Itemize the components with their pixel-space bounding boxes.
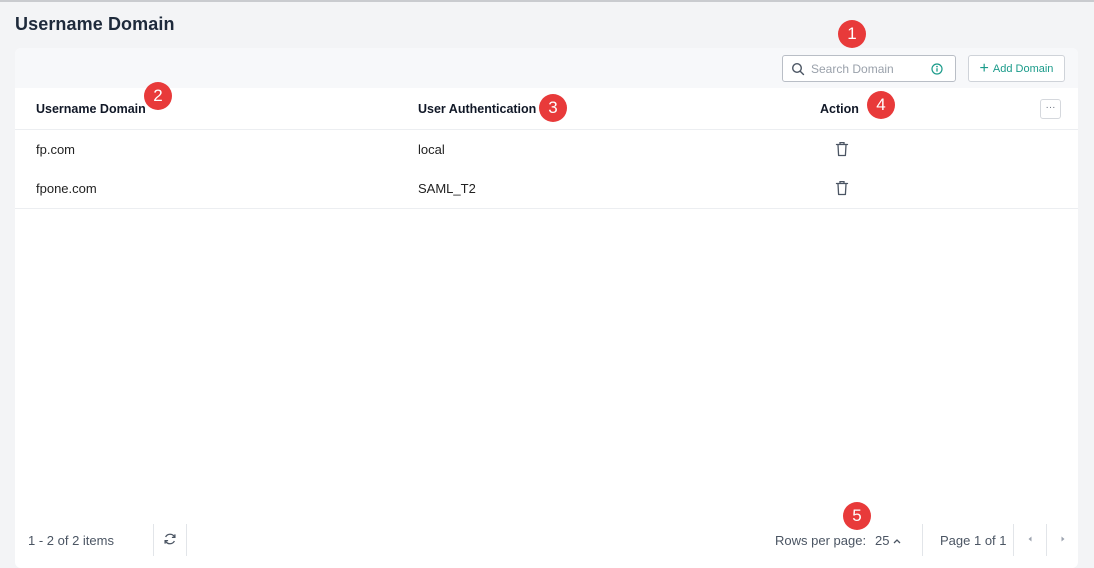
domain-cell: fp.com bbox=[36, 142, 76, 157]
auth-cell: SAML_T2 bbox=[418, 181, 476, 196]
auth-cell: local bbox=[418, 142, 445, 157]
rows-per-page-value: 25 bbox=[875, 533, 890, 548]
add-domain-button[interactable]: + Add Domain bbox=[968, 55, 1065, 82]
next-page-icon[interactable] bbox=[1059, 535, 1067, 543]
divider bbox=[186, 524, 187, 556]
search-field[interactable] bbox=[782, 55, 956, 82]
annotation-badge-2: 2 bbox=[144, 82, 172, 110]
table-row[interactable]: fp.com local bbox=[15, 130, 1078, 170]
trash-icon[interactable] bbox=[835, 141, 849, 157]
column-header-username-domain[interactable]: Username Domain bbox=[36, 102, 146, 116]
refresh-icon[interactable] bbox=[163, 532, 177, 546]
toolbar: + Add Domain bbox=[15, 48, 1078, 88]
divider bbox=[1013, 524, 1014, 556]
divider bbox=[922, 524, 923, 556]
rows-per-page-select[interactable]: 25 bbox=[875, 533, 901, 548]
domain-cell: fpone.com bbox=[36, 181, 97, 196]
item-count: 1 - 2 of 2 items bbox=[28, 533, 114, 548]
trash-icon[interactable] bbox=[835, 180, 849, 196]
more-icon[interactable]: ··· bbox=[1040, 99, 1061, 119]
column-header-action: Action bbox=[820, 102, 859, 116]
annotation-badge-4: 4 bbox=[867, 91, 895, 119]
chevron-up-icon bbox=[894, 538, 901, 543]
divider bbox=[1046, 524, 1047, 556]
annotation-badge-1: 1 bbox=[838, 20, 866, 48]
rows-per-page-label: Rows per page: bbox=[775, 533, 867, 548]
annotation-badge-5: 5 bbox=[843, 502, 871, 530]
table-footer: 1 - 2 of 2 items Rows per page: 25 Page … bbox=[15, 522, 1078, 562]
page-title: Username Domain bbox=[15, 14, 175, 34]
search-icon bbox=[791, 62, 805, 75]
info-icon[interactable] bbox=[931, 62, 943, 75]
domain-table-card: + Add Domain Username Domain User Authen… bbox=[15, 48, 1078, 568]
annotation-badge-3: 3 bbox=[539, 94, 567, 122]
table-row[interactable]: fpone.com SAML_T2 bbox=[15, 169, 1078, 209]
column-header-user-authentication[interactable]: User Authentication bbox=[418, 102, 536, 116]
prev-page-icon[interactable] bbox=[1026, 535, 1034, 543]
search-input[interactable] bbox=[811, 61, 929, 76]
divider bbox=[153, 524, 154, 556]
top-border bbox=[0, 0, 1094, 2]
page-info: Page 1 of 1 bbox=[940, 533, 1007, 548]
plus-icon: + bbox=[979, 59, 989, 77]
add-domain-label: Add Domain bbox=[992, 62, 1054, 75]
